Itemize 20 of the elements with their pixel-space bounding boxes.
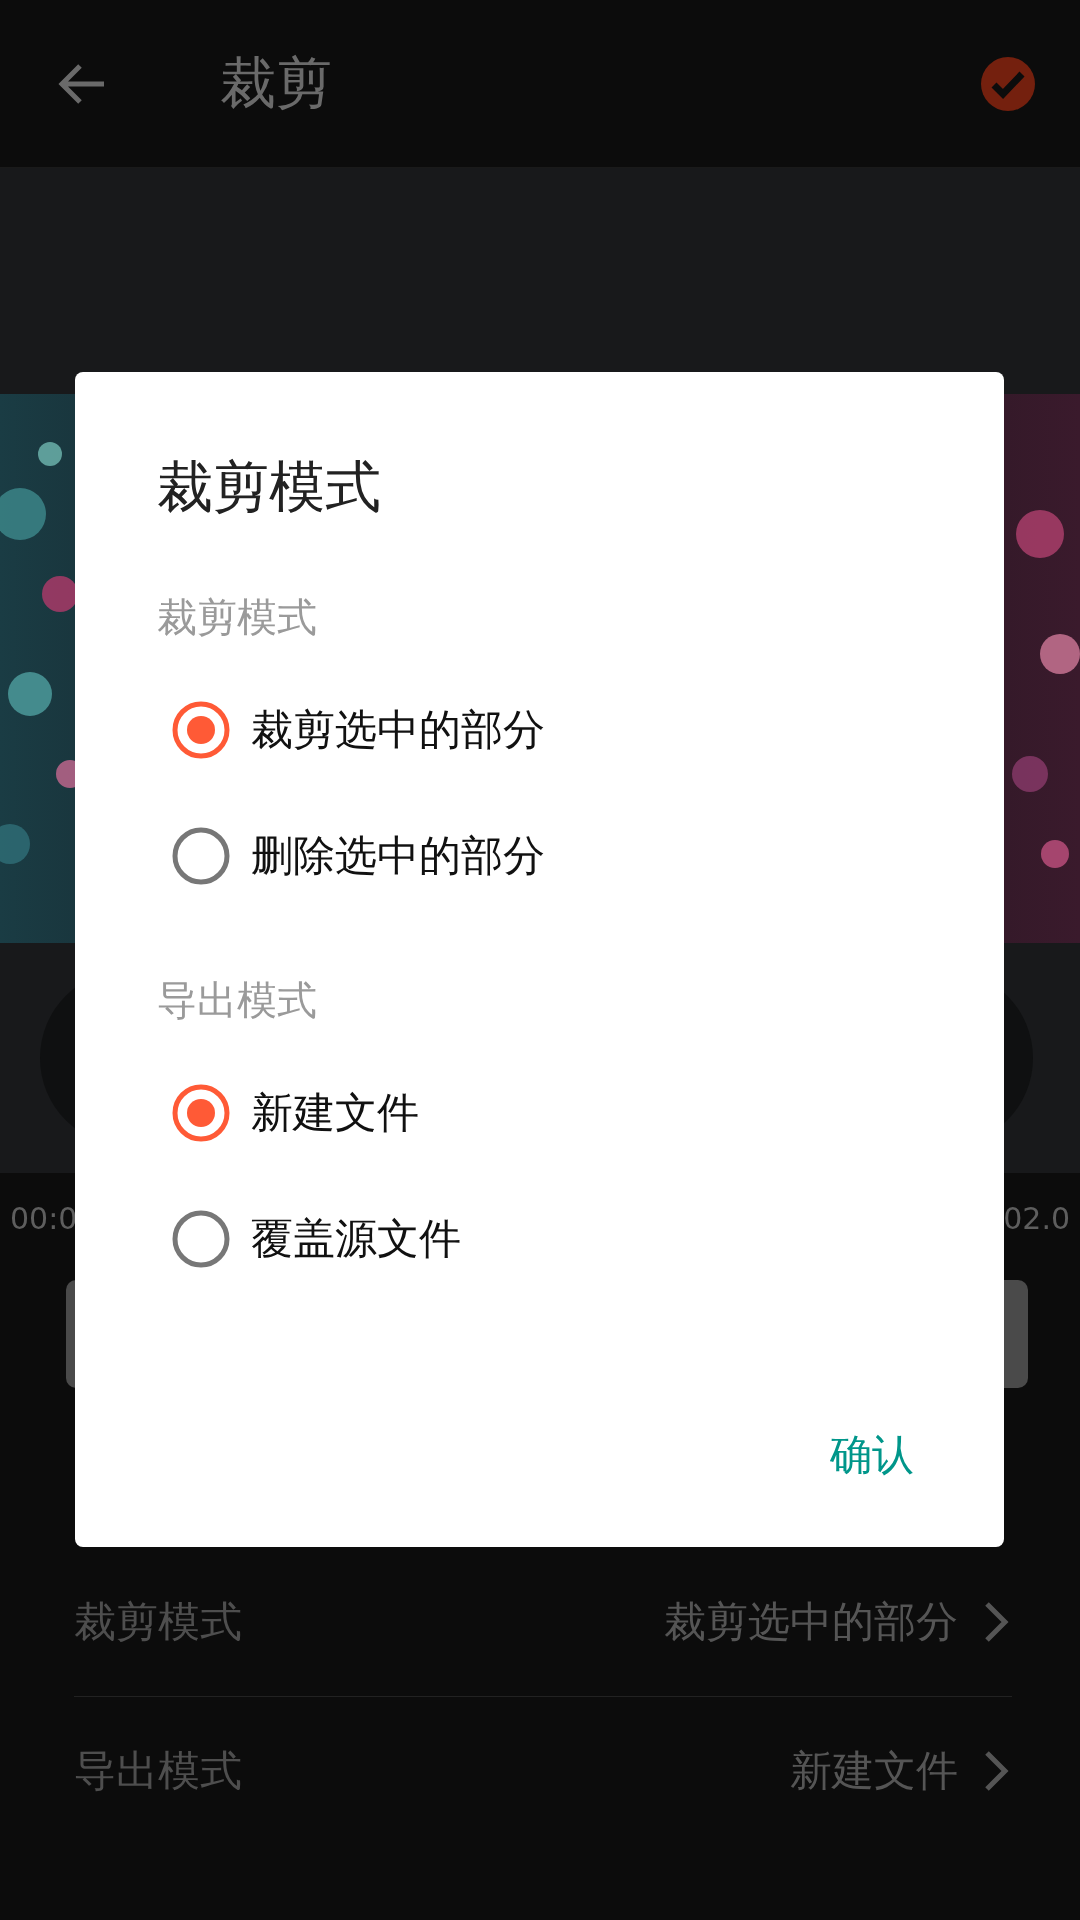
section-label: 导出模式	[157, 976, 318, 1025]
setting-label: 导出模式	[74, 1745, 242, 1797]
dialog-title: 裁剪模式	[157, 453, 382, 521]
setting-label: 裁剪模式	[74, 1596, 242, 1648]
radio-button[interactable]	[171, 700, 231, 760]
radio-button[interactable]	[171, 1209, 231, 1269]
radio-button[interactable]	[171, 826, 231, 886]
radio-option[interactable]: 裁剪选中的部分	[157, 667, 551, 793]
radio-option[interactable]: 新建文件	[157, 1050, 425, 1176]
checkmark-icon[interactable]	[980, 55, 1036, 112]
radio-button[interactable]	[171, 1083, 231, 1143]
setting-value: 新建文件	[790, 1745, 958, 1797]
start-time: 00:0	[10, 1201, 78, 1236]
radio-option[interactable]: 覆盖源文件	[157, 1176, 467, 1302]
confirm-button[interactable]: 确认	[810, 1413, 934, 1497]
section-label: 裁剪模式	[157, 593, 318, 642]
end-time: 02.0	[1003, 1201, 1070, 1236]
setting-value: 裁剪选中的部分	[664, 1596, 958, 1648]
radio-option[interactable]: 删除选中的部分	[157, 793, 551, 919]
screen-title: 裁剪	[220, 48, 332, 117]
